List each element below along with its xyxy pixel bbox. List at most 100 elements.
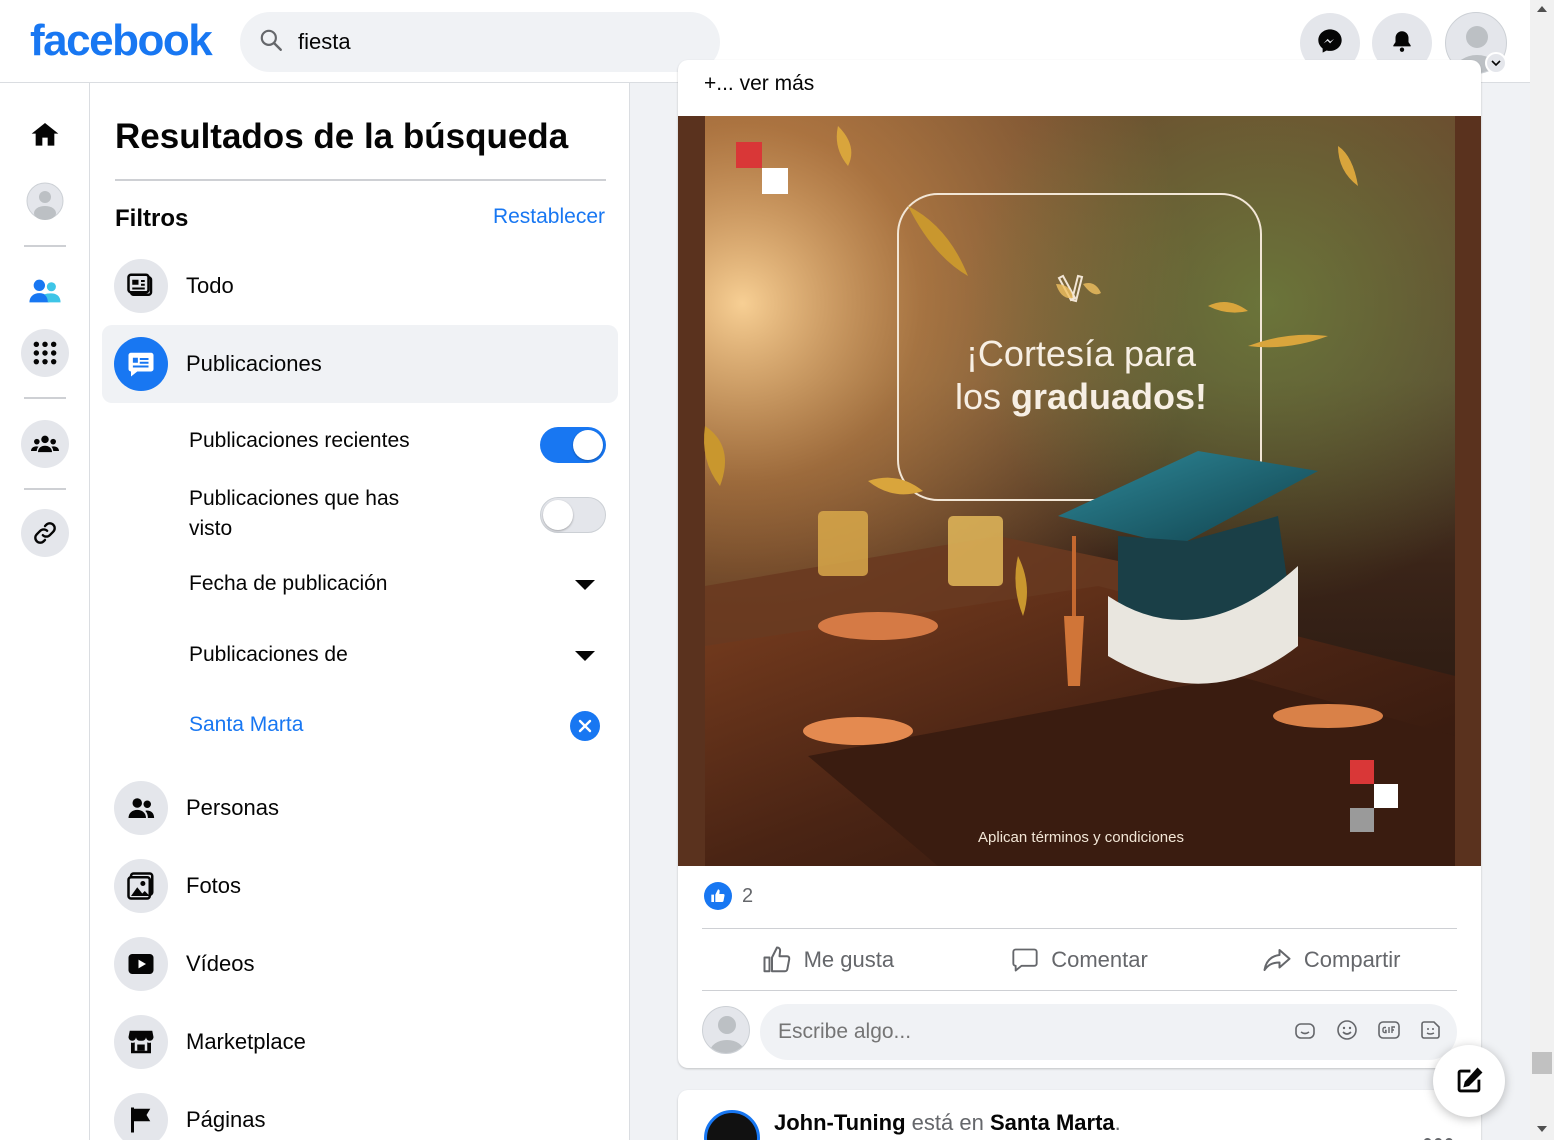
- comment-tools: [1293, 1018, 1443, 1042]
- filter-label: Marketplace: [186, 1029, 306, 1054]
- posts-from-caret-icon[interactable]: [575, 651, 595, 661]
- gif-icon[interactable]: [1377, 1018, 1401, 1042]
- bell-icon: [1389, 28, 1415, 59]
- filter-label: Todo: [186, 273, 234, 298]
- commenter-avatar[interactable]: [702, 1006, 750, 1054]
- reactions-summary[interactable]: 2: [704, 882, 753, 910]
- seen-posts-toggle[interactable]: [540, 497, 606, 533]
- filter-paginas[interactable]: Páginas: [102, 1081, 618, 1140]
- filter-todo[interactable]: Todo: [102, 247, 618, 325]
- scroll-thumb[interactable]: [1532, 1052, 1552, 1074]
- checkin-text: está en: [905, 1110, 990, 1135]
- photos-icon: [114, 859, 168, 913]
- posts-from-label[interactable]: Publicaciones de: [189, 643, 348, 667]
- image-title-line1: ¡Cortesía para: [966, 333, 1197, 374]
- seen-label-line2: visto: [189, 517, 233, 540]
- left-icon-rail: [0, 83, 90, 1140]
- share-icon: [1263, 949, 1291, 971]
- comment-icon: [1012, 948, 1038, 972]
- filter-label: Personas: [186, 795, 279, 820]
- share-label: Compartir: [1303, 947, 1401, 972]
- checkin-tail: .: [1114, 1110, 1121, 1135]
- reset-filters-link[interactable]: Restablecer: [493, 205, 605, 229]
- image-footer-text: Aplican términos y condiciones: [978, 829, 1184, 846]
- rail-divider: [24, 488, 66, 490]
- seen-label-line1: Publicaciones que has: [189, 487, 400, 510]
- page-scrollbar[interactable]: [1530, 0, 1554, 1140]
- search-input[interactable]: [298, 29, 678, 55]
- filter-label: Fotos: [186, 873, 242, 898]
- more-options-icon[interactable]: •••: [1423, 1126, 1455, 1140]
- like-count: 2: [742, 884, 754, 907]
- date-dropdown-caret-icon[interactable]: [575, 580, 595, 590]
- actions-bottom-divider: [702, 990, 1457, 991]
- video-icon: [114, 937, 168, 991]
- filter-label: Publicaciones: [186, 351, 322, 376]
- author-avatar[interactable]: [704, 1110, 760, 1140]
- rail-divider: [24, 245, 66, 247]
- search-icon: [258, 27, 284, 58]
- post-header-text: John-Tuning está en Santa Marta.: [774, 1110, 1121, 1136]
- home-icon[interactable]: [21, 111, 69, 159]
- see-more-link[interactable]: +... ver más: [704, 72, 814, 96]
- comment-button[interactable]: Comentar: [954, 930, 1206, 990]
- people-icon: [114, 781, 168, 835]
- toggle-knob: [573, 430, 603, 460]
- comment-composer: [702, 1004, 1457, 1060]
- filter-personas[interactable]: Personas: [102, 769, 618, 847]
- recent-posts-toggle[interactable]: [540, 427, 606, 463]
- search-filters-panel: Resultados de la búsqueda Filtros Restab…: [90, 83, 630, 1140]
- image-title-light: los: [955, 376, 1011, 417]
- actions-top-divider: [702, 928, 1457, 929]
- comment-input-box[interactable]: [760, 1004, 1457, 1060]
- filter-label: Páginas: [186, 1107, 266, 1132]
- friends-icon[interactable]: [21, 267, 69, 315]
- filter-label: Vídeos: [186, 951, 255, 976]
- like-reaction-icon: [704, 882, 732, 910]
- groups-icon[interactable]: [21, 420, 69, 468]
- like-button[interactable]: Me gusta: [702, 930, 954, 990]
- filter-publicaciones[interactable]: Publicaciones: [102, 325, 618, 403]
- comment-input[interactable]: [778, 1020, 1258, 1044]
- close-icon: [578, 719, 592, 733]
- date-filter-label[interactable]: Fecha de publicación: [189, 572, 387, 596]
- posts-icon: [114, 337, 168, 391]
- thumbs-up-icon: [763, 946, 790, 973]
- new-message-button[interactable]: [1433, 1045, 1505, 1117]
- author-name-link[interactable]: John-Tuning: [774, 1110, 906, 1135]
- page-title: Resultados de la búsqueda: [115, 117, 569, 156]
- like-label: Me gusta: [803, 947, 895, 972]
- scroll-up-arrow-icon[interactable]: [1537, 6, 1547, 12]
- sticker-icon[interactable]: [1419, 1018, 1443, 1042]
- post-image[interactable]: ¡Cortesía para los graduados! Aplican té…: [678, 116, 1481, 866]
- recent-posts-label: Publicaciones recientes: [189, 429, 410, 452]
- avatar-sticker-icon[interactable]: [1293, 1018, 1317, 1042]
- emoji-icon[interactable]: [1335, 1018, 1359, 1042]
- next-post-card: John-Tuning está en Santa Marta. •••: [678, 1090, 1481, 1140]
- image-title-line2: los graduados!: [955, 376, 1207, 417]
- post-actions-bar: Me gusta Comentar Compartir: [702, 930, 1457, 990]
- location-filter-value[interactable]: Santa Marta: [189, 713, 303, 737]
- image-title-bold: graduados!: [1011, 376, 1207, 417]
- filter-marketplace[interactable]: Marketplace: [102, 1003, 618, 1081]
- title-divider: [115, 179, 606, 181]
- post-card: +... ver más ¡Cortesía para los graduado…: [678, 60, 1481, 1068]
- toggle-knob: [543, 500, 573, 530]
- share-button[interactable]: Compartir: [1205, 930, 1457, 990]
- account-chevron-icon[interactable]: [1485, 52, 1507, 74]
- scroll-down-arrow-icon[interactable]: [1537, 1126, 1547, 1132]
- filters-heading: Filtros: [115, 205, 189, 232]
- link-icon[interactable]: [21, 509, 69, 557]
- store-icon: [114, 1015, 168, 1069]
- clear-location-button[interactable]: [570, 711, 600, 741]
- search-box[interactable]: [240, 12, 720, 72]
- filter-fotos[interactable]: Fotos: [102, 847, 618, 925]
- filter-videos[interactable]: Vídeos: [102, 925, 618, 1003]
- seen-posts-label: Publicaciones que has visto: [189, 484, 399, 544]
- profile-icon[interactable]: [21, 177, 69, 225]
- messenger-icon: [1316, 27, 1344, 60]
- place-link[interactable]: Santa Marta: [990, 1110, 1115, 1135]
- rail-divider: [24, 397, 66, 399]
- facebook-logo[interactable]: facebook: [30, 16, 213, 66]
- menu-grid-icon[interactable]: [21, 329, 69, 377]
